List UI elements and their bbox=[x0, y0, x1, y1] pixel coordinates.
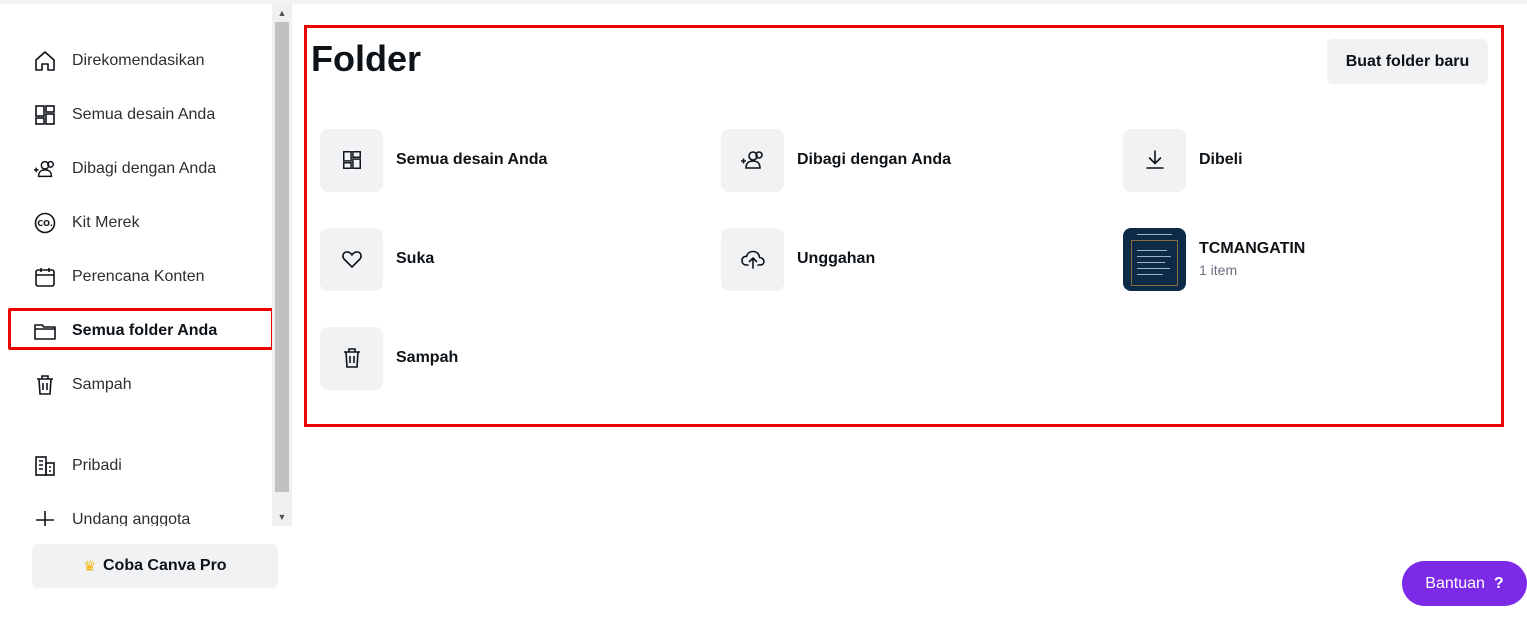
home-icon bbox=[33, 49, 57, 73]
sidebar-item-label: Sampah bbox=[72, 376, 132, 393]
folder-likes[interactable]: Suka bbox=[320, 227, 434, 291]
sidebar-item-personal[interactable]: Pribadi bbox=[8, 445, 270, 487]
sidebar-item-label: Undang anggota bbox=[72, 511, 191, 526]
sidebar-item-label: Kit Merek bbox=[72, 214, 140, 231]
folder-name: Dibeli bbox=[1199, 151, 1243, 168]
folder-tile bbox=[320, 326, 383, 390]
sidebar-item-recommended[interactable]: Direkomendasikan bbox=[8, 40, 270, 82]
sidebar-item-trash[interactable]: Sampah bbox=[8, 364, 270, 406]
grid-icon bbox=[341, 149, 363, 171]
folder-name: Sampah bbox=[396, 349, 459, 366]
folder-tile bbox=[721, 227, 784, 291]
help-label: Bantuan bbox=[1425, 574, 1485, 592]
sidebar-item-content-planner[interactable]: Perencana Konten bbox=[8, 256, 270, 298]
trash-icon bbox=[33, 373, 57, 397]
page-title: Folder bbox=[311, 38, 422, 79]
question-icon: ? bbox=[1493, 574, 1504, 592]
plus-icon bbox=[33, 508, 57, 526]
svg-text:CO.: CO. bbox=[37, 219, 53, 228]
folder-name: Semua desain Anda bbox=[396, 151, 548, 168]
sidebar: Direkomendasikan Semua desain Anda Dibag… bbox=[0, 4, 272, 526]
sidebar-item-shared[interactable]: Dibagi dengan Anda bbox=[8, 148, 270, 190]
brand-kit-icon: CO. bbox=[33, 211, 57, 235]
cloud-upload-icon bbox=[740, 247, 766, 271]
folder-name: Dibagi dengan Anda bbox=[797, 151, 952, 168]
folder-tile bbox=[721, 128, 784, 192]
folder-all-designs[interactable]: Semua desain Anda bbox=[320, 128, 547, 192]
folder-tile bbox=[320, 227, 383, 291]
sidebar-item-label: Pribadi bbox=[72, 457, 122, 474]
sidebar-scrollbar[interactable]: ▲ ▼ bbox=[272, 4, 292, 526]
scroll-up-arrow-icon[interactable]: ▲ bbox=[272, 4, 292, 22]
sidebar-item-label: Direkomendasikan bbox=[72, 52, 205, 69]
calendar-icon bbox=[33, 265, 57, 289]
shared-users-icon bbox=[739, 148, 767, 172]
pro-button-label: Coba Canva Pro bbox=[102, 557, 227, 574]
download-icon bbox=[1143, 148, 1167, 172]
folder-purchased[interactable]: Dibeli bbox=[1123, 128, 1243, 192]
folder-tcmangatin[interactable]: TCMANGATIN 1 item bbox=[1123, 227, 1305, 291]
sidebar-item-invite-members[interactable]: Undang anggota bbox=[8, 499, 270, 526]
scroll-down-arrow-icon[interactable]: ▼ bbox=[272, 508, 292, 526]
heart-icon bbox=[340, 247, 364, 271]
try-canva-pro-button[interactable]: ♛ Coba Canva Pro bbox=[32, 544, 278, 588]
sidebar-item-label: Semua desain Anda bbox=[72, 106, 216, 123]
folder-thumbnail bbox=[1123, 227, 1186, 291]
folder-uploads[interactable]: Unggahan bbox=[721, 227, 875, 291]
sidebar-item-all-designs[interactable]: Semua desain Anda bbox=[8, 94, 270, 136]
building-icon bbox=[33, 454, 57, 478]
folder-name: TCMANGATIN bbox=[1199, 240, 1306, 257]
crown-icon: ♛ bbox=[83, 557, 96, 574]
folder-shared[interactable]: Dibagi dengan Anda bbox=[721, 128, 951, 192]
folder-name: Unggahan bbox=[797, 250, 876, 267]
folders-highlight-frame bbox=[304, 25, 1504, 427]
shared-users-icon bbox=[33, 157, 57, 181]
sidebar-item-all-folders[interactable]: Semua folder Anda bbox=[8, 310, 270, 352]
folder-trash[interactable]: Sampah bbox=[320, 326, 458, 390]
folder-name: Suka bbox=[396, 250, 435, 267]
trash-icon bbox=[340, 346, 364, 370]
help-button[interactable]: Bantuan ? bbox=[1402, 561, 1527, 606]
grid-icon bbox=[33, 103, 57, 127]
create-folder-button[interactable]: Buat folder baru bbox=[1327, 39, 1488, 84]
scroll-thumb[interactable] bbox=[275, 22, 289, 492]
sidebar-item-label: Perencana Konten bbox=[72, 268, 205, 285]
sidebar-item-label: Dibagi dengan Anda bbox=[72, 160, 217, 177]
sidebar-item-label: Semua folder Anda bbox=[72, 322, 218, 339]
folder-icon bbox=[33, 319, 57, 343]
folder-tile bbox=[1123, 128, 1186, 192]
folder-item-count: 1 item bbox=[1199, 262, 1238, 278]
sidebar-item-brand-kit[interactable]: CO. Kit Merek bbox=[8, 202, 270, 244]
folder-tile bbox=[320, 128, 383, 192]
